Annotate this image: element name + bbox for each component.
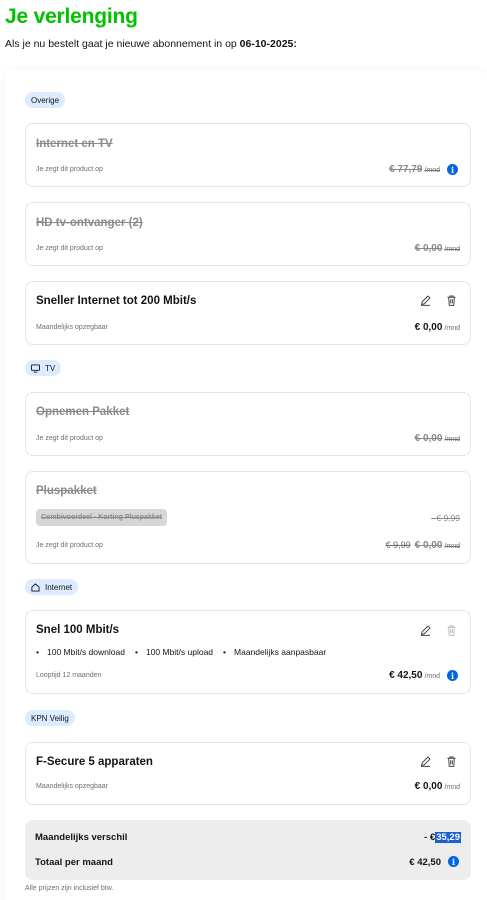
product-title: Internet en TV xyxy=(36,138,113,150)
product-card-internet-tv: Internet en TV Je zegt dit product op € … xyxy=(25,123,471,187)
price-amount: € 77,79 xyxy=(389,164,423,175)
intro-prefix: Als je nu bestelt gaat je nieuwe abonnem… xyxy=(5,38,240,50)
product-price: € 77,79/mnd xyxy=(389,164,440,175)
trash-icon[interactable] xyxy=(444,623,458,637)
price-amount: € 0,00 xyxy=(414,322,443,333)
product-status: Je zegt dit product op xyxy=(36,166,103,173)
product-card-sneller-internet: Sneller Internet tot 200 Mbit/s Maandeli… xyxy=(25,281,471,345)
feature-item: 100 Mbit/s upload xyxy=(135,647,213,657)
product-status: Je zegt dit product op xyxy=(36,435,103,442)
info-icon[interactable]: i xyxy=(447,164,458,175)
price-unit: /mnd xyxy=(444,543,460,550)
product-title: HD tv-ontvanger (2) xyxy=(36,217,143,229)
product-title: Sneller Internet tot 200 Mbit/s xyxy=(36,295,197,307)
intro-date: 06-10-2025: xyxy=(239,38,297,50)
product-terms: Looptijd 12 maanden xyxy=(36,672,102,679)
feature-item: Maandelijks aanpasbaar xyxy=(223,647,326,657)
section-badge-label: Overige xyxy=(31,95,60,105)
price-amount: € 0,00 xyxy=(414,243,443,254)
trash-icon[interactable] xyxy=(444,293,458,307)
price-amount: € 0,00 xyxy=(414,433,443,444)
section-badge-tv: TV xyxy=(25,360,62,376)
section-badge-label: Internet xyxy=(45,582,73,592)
price-unit: /mnd xyxy=(444,436,460,443)
product-title: Pluspakket xyxy=(36,485,97,497)
product-title: Snel 100 Mbit/s xyxy=(36,624,120,636)
price-unit: /mnd xyxy=(444,246,460,253)
tv-icon xyxy=(31,363,40,373)
home-icon xyxy=(31,582,40,592)
price-amount: € 42,50 xyxy=(389,670,423,681)
product-card-opnemen: Opnemen Pakket Je zegt dit product op € … xyxy=(25,392,471,456)
product-price: € 9,99 € 0,00/mnd xyxy=(386,540,460,551)
difference-prefix: - € xyxy=(424,832,436,843)
edit-icon[interactable] xyxy=(418,623,432,637)
product-card-pluspakket: Pluspakket Combivoordeel - Korting Plusp… xyxy=(25,471,471,564)
section-badge-label: TV xyxy=(45,363,56,373)
intro-text: Als je nu bestelt gaat je nieuwe abonnem… xyxy=(5,38,297,50)
product-terms: Maandelijks opzegbaar xyxy=(36,783,108,790)
price-amount: € 0,00 xyxy=(414,540,443,551)
edit-icon[interactable] xyxy=(418,754,432,768)
info-icon[interactable]: i xyxy=(447,670,458,681)
page-title: Je verlenging xyxy=(5,5,138,28)
price-unit: /mnd xyxy=(444,325,460,332)
discount-price: - € 9,99 xyxy=(431,513,460,523)
feature-item: 100 Mbit/s download xyxy=(36,647,125,657)
price-unit: /mnd xyxy=(424,673,440,680)
trash-icon[interactable] xyxy=(444,754,458,768)
price-unit: /mnd xyxy=(424,167,440,174)
section-badge-kpn-veilig: KPN Veilig xyxy=(25,710,75,726)
price-amount: € 0,00 xyxy=(414,781,443,792)
total-value: € 42,50 xyxy=(409,857,441,868)
edit-icon[interactable] xyxy=(418,293,432,307)
feature-list: 100 Mbit/s download 100 Mbit/s upload Ma… xyxy=(36,647,326,657)
product-terms: Maandelijks opzegbaar xyxy=(36,324,108,331)
product-title: Opnemen Pakket xyxy=(36,406,130,418)
product-price: € 0,00/mnd xyxy=(415,322,460,333)
product-status: Je zegt dit product op xyxy=(36,542,103,549)
difference-amount: 35,29 xyxy=(435,832,461,843)
product-price: € 0,00/mnd xyxy=(415,433,460,444)
product-title: F-Secure 5 apparaten xyxy=(36,756,153,768)
old-price: € 9,99 xyxy=(385,540,411,550)
info-icon[interactable]: i xyxy=(448,856,459,867)
section-badge-overige: Overige xyxy=(25,92,66,108)
product-status: Je zegt dit product op xyxy=(36,245,103,252)
product-price: € 42,50/mnd xyxy=(389,670,440,681)
monthly-difference-value: - €35,29 xyxy=(424,832,461,843)
price-summary: Maandelijks verschil - €35,29 Totaal per… xyxy=(25,820,471,880)
price-unit: /mnd xyxy=(444,784,460,791)
product-price: € 0,00/mnd xyxy=(415,243,460,254)
product-card-snel-100: Snel 100 Mbit/s 100 Mbit/s download 100 … xyxy=(25,610,471,694)
product-price: € 0,00/mnd xyxy=(415,781,460,792)
product-card-f-secure: F-Secure 5 apparaten Maandelijks opzegba… xyxy=(25,742,471,805)
monthly-difference-label: Maandelijks verschil xyxy=(35,832,128,843)
section-badge-label: KPN Veilig xyxy=(31,713,69,723)
total-label: Totaal per maand xyxy=(35,857,113,868)
vat-footnote: Alle prijzen zijn inclusief btw. xyxy=(25,885,114,892)
discount-badge: Combivoordeel - Korting Pluspakket xyxy=(36,509,167,526)
section-badge-internet: Internet xyxy=(25,579,79,595)
product-card-hd-ontvanger: HD tv-ontvanger (2) Je zegt dit product … xyxy=(25,202,471,266)
